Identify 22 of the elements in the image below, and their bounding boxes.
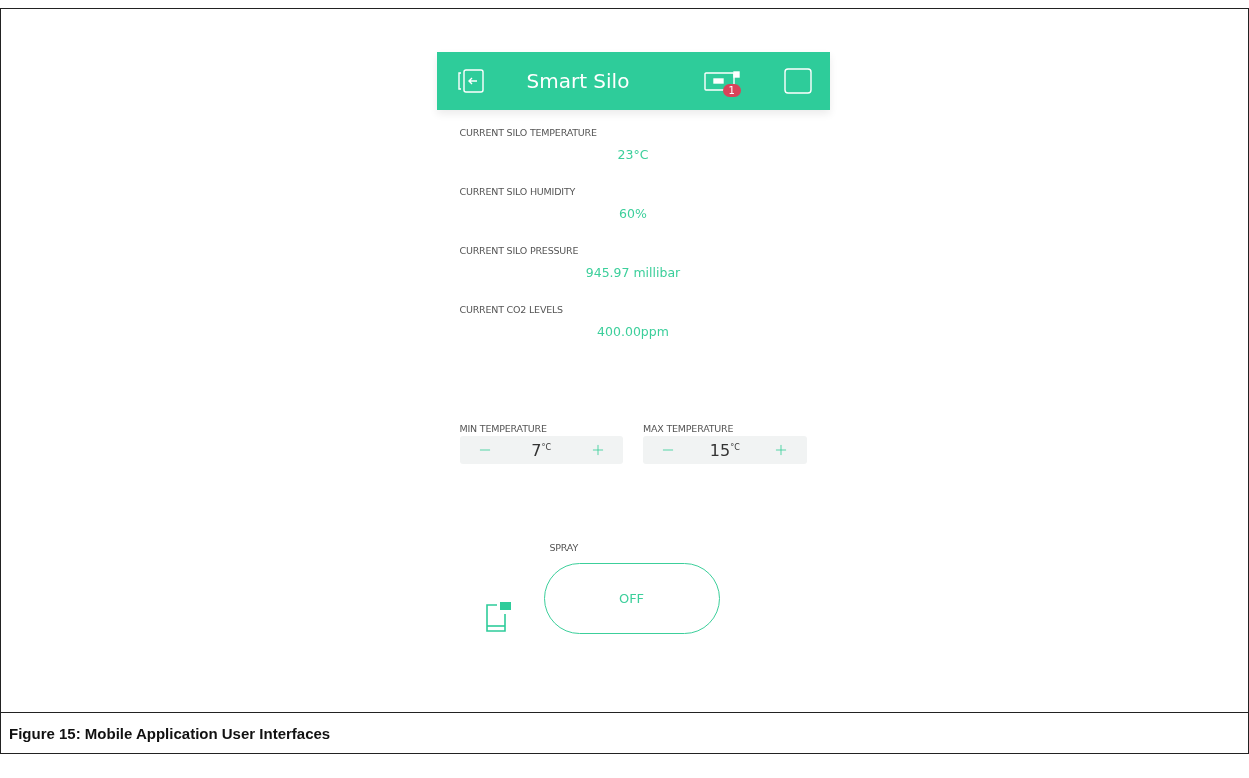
exit-icon[interactable]: [456, 68, 487, 94]
reading-value: 945.97 millibar: [584, 265, 682, 280]
phone-alert-icon[interactable]: [484, 602, 512, 632]
figure-caption: Figure 15: Mobile Application User Interfaces: [8, 724, 332, 744]
stepper-label: MIN TEMPERATURE: [459, 423, 548, 434]
stepper-label: MAX TEMPERATURE: [643, 423, 735, 434]
reading-label: CURRENT CO2 LEVELS: [459, 304, 564, 315]
stepper-value: 15$^{°C}$: [709, 440, 740, 460]
reading-value: 60%: [618, 206, 648, 221]
reading-label: CURRENT SILO PRESSURE: [459, 245, 580, 256]
app-title: Smart Silo: [526, 69, 631, 93]
plus-icon[interactable]: [590, 442, 606, 458]
spray-label: SPRAY: [549, 542, 580, 553]
stepper-value: 7$^{°C}$: [531, 440, 552, 460]
reading-value: 400.00ppm: [596, 324, 670, 339]
reading-value: 23°C: [616, 147, 650, 162]
reading-label: CURRENT SILO HUMIDITY: [459, 186, 577, 197]
notification-badge: 1: [722, 84, 741, 97]
spray-button[interactable]: OFF: [543, 563, 720, 634]
square-icon[interactable]: [783, 68, 812, 94]
reading-label: CURRENT SILO TEMPERATURE: [459, 127, 598, 138]
device-icon[interactable]: [703, 70, 740, 92]
